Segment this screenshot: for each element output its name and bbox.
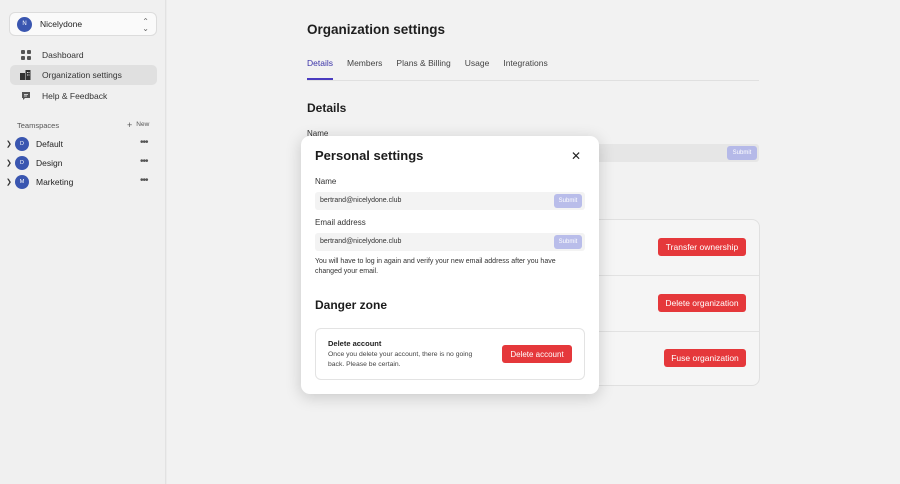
grid-icon <box>20 50 31 61</box>
email-field[interactable]: bertrand@nicelydone.club Submit <box>315 233 585 251</box>
sidebar-item-label: Dashboard <box>42 50 84 60</box>
email-submit-button[interactable]: Submit <box>554 235 582 249</box>
team-avatar: D <box>15 156 29 170</box>
team-avatar: D <box>15 137 29 151</box>
close-icon[interactable]: ✕ <box>571 150 581 162</box>
modal-title: Personal settings <box>315 148 424 163</box>
team-avatar: M <box>15 175 29 189</box>
teamspace-item-design[interactable]: ❯ D Design ••• <box>0 154 160 172</box>
sidebar-item-help-feedback[interactable]: Help & Feedback <box>10 86 157 106</box>
org-name-submit-button[interactable]: Submit <box>727 146 757 160</box>
settings-tabs: Details Members Plans & Billing Usage In… <box>307 58 548 80</box>
chevron-right-icon[interactable]: ❯ <box>6 140 14 148</box>
sidebar-item-label: Organization settings <box>42 70 122 80</box>
new-teamspace-label: New <box>136 121 150 128</box>
team-name: Default <box>36 139 63 149</box>
org-switcher[interactable]: N Nicelydone ⌃ ⌄ <box>9 12 157 36</box>
sidebar: N Nicelydone ⌃ ⌄ Dashboard Organization s… <box>0 0 166 484</box>
sidebar-item-organization-settings[interactable]: Organization settings <box>10 65 157 85</box>
tab-details[interactable]: Details <box>307 58 333 80</box>
more-icon[interactable]: ••• <box>140 138 148 148</box>
details-heading: Details <box>307 101 347 115</box>
chevron-right-icon[interactable]: ❯ <box>6 159 14 167</box>
sidebar-item-dashboard[interactable]: Dashboard <box>10 45 157 65</box>
fuse-organization-button[interactable]: Fuse organization <box>664 349 746 367</box>
tab-members[interactable]: Members <box>347 58 382 80</box>
delete-account-button[interactable]: Delete account <box>502 345 572 363</box>
sidebar-item-label: Help & Feedback <box>42 91 108 101</box>
teamspace-item-marketing[interactable]: ❯ M Marketing ••• <box>0 173 160 191</box>
team-name: Marketing <box>36 177 74 187</box>
page-title: Organization settings <box>307 22 446 37</box>
delete-account-title: Delete account <box>328 339 382 348</box>
personal-settings-modal: Personal settings ✕ Name bertrand@nicely… <box>301 136 599 394</box>
buildings-icon <box>20 70 31 81</box>
tab-integrations[interactable]: Integrations <box>503 58 547 80</box>
more-icon[interactable]: ••• <box>140 157 148 167</box>
name-label: Name <box>315 177 337 186</box>
name-submit-button[interactable]: Submit <box>554 194 582 208</box>
email-value: bertrand@nicelydone.club <box>320 238 402 245</box>
email-label: Email address <box>315 218 366 227</box>
chat-icon <box>20 91 31 102</box>
delete-organization-button[interactable]: Delete organization <box>658 294 746 312</box>
plus-icon: + <box>127 119 133 130</box>
tabs-divider <box>307 80 759 81</box>
chevron-up-down-icon: ⌃ ⌄ <box>142 17 149 33</box>
new-teamspace-button[interactable]: + New <box>127 119 150 130</box>
name-field[interactable]: bertrand@nicelydone.club Submit <box>315 192 585 210</box>
teamspaces-heading: Teamspaces <box>17 121 60 130</box>
chevron-right-icon[interactable]: ❯ <box>6 178 14 186</box>
danger-zone-heading: Danger zone <box>315 298 388 312</box>
transfer-ownership-button[interactable]: Transfer ownership <box>658 238 746 256</box>
team-name: Design <box>36 158 63 168</box>
email-help-text: You will have to log in again and verify… <box>315 258 556 275</box>
teamspace-item-default[interactable]: ❯ D Default ••• <box>0 135 160 153</box>
name-value: bertrand@nicelydone.club <box>320 197 402 204</box>
org-name: Nicelydone <box>40 19 83 29</box>
tab-plans-billing[interactable]: Plans & Billing <box>396 58 450 80</box>
more-icon[interactable]: ••• <box>140 176 148 186</box>
org-avatar: N <box>17 16 32 32</box>
delete-account-description: Once you delete your account, there is n… <box>328 351 473 368</box>
tab-usage[interactable]: Usage <box>465 58 490 80</box>
delete-account-card: Delete account Once you delete your acco… <box>315 328 585 380</box>
